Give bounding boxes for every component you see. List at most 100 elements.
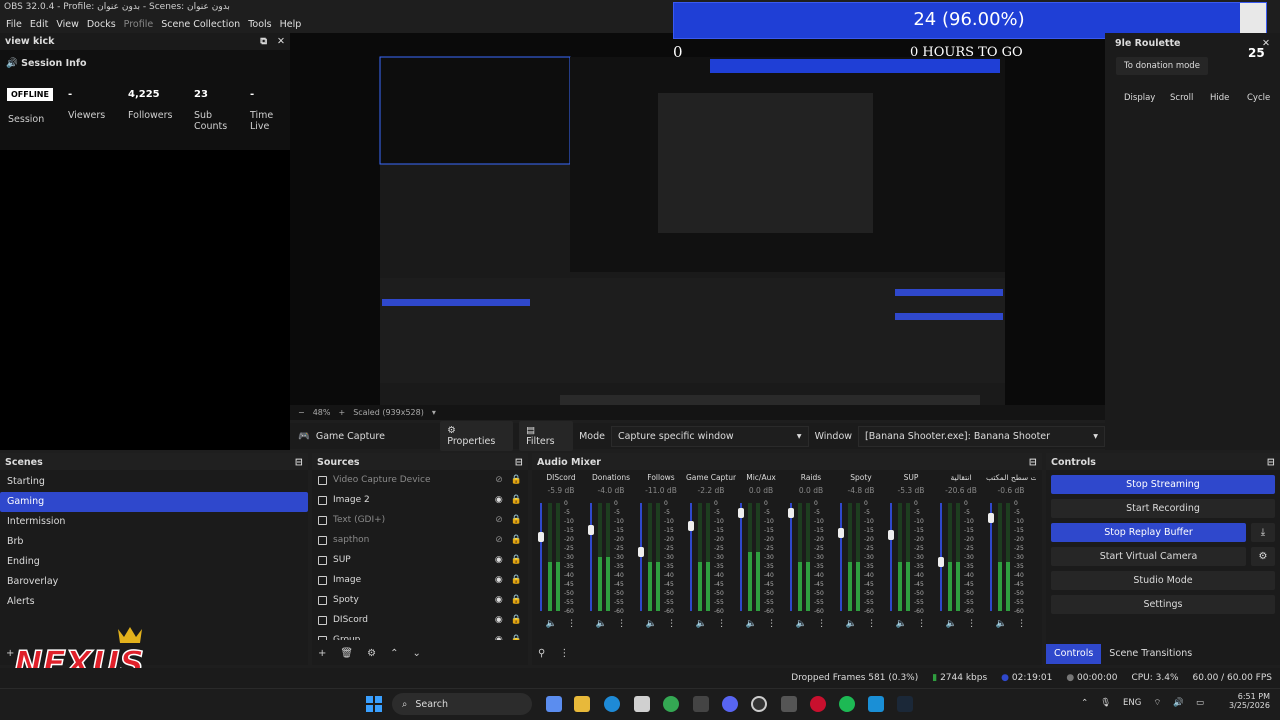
eye-hidden-icon[interactable]: ⊘ <box>495 535 503 545</box>
volume-slider[interactable] <box>638 503 644 611</box>
float-icon[interactable]: ⊟ <box>295 457 303 468</box>
start-recording-button[interactable]: Start Recording <box>1051 499 1275 518</box>
speaker-icon[interactable]: 🔈 <box>746 619 757 629</box>
menu-view[interactable]: View <box>56 19 79 30</box>
edge-icon[interactable] <box>604 696 620 712</box>
volume-handle[interactable] <box>588 524 594 535</box>
volume-handle[interactable] <box>888 530 894 541</box>
mode-select[interactable]: Capture specific window ▾ <box>610 425 809 447</box>
eye-hidden-icon[interactable]: ⊘ <box>495 475 503 485</box>
lock-icon[interactable]: 🔒 <box>511 575 522 585</box>
scene-item[interactable]: Ending <box>0 552 308 572</box>
menu-profile[interactable]: Profile <box>124 19 154 30</box>
eye-hidden-icon[interactable]: ⊘ <box>495 515 503 525</box>
float-icon[interactable]: ⧉ <box>260 36 267 47</box>
clock[interactable]: 6:51 PM 3/25/2026 <box>1210 692 1270 710</box>
opera-icon[interactable] <box>810 696 826 712</box>
volume-handle[interactable] <box>688 520 694 531</box>
tab-controls[interactable]: Controls <box>1046 644 1102 664</box>
lock-icon[interactable]: 🔒 <box>511 515 522 525</box>
taskbar-search[interactable]: ⌕ Search <box>392 693 532 715</box>
file-explorer-icon[interactable] <box>574 696 590 712</box>
source-item[interactable]: Video Capture Device ⊘ 🔒 <box>312 470 528 490</box>
volume-handle[interactable] <box>988 512 994 523</box>
volume-slider[interactable] <box>538 503 544 611</box>
more-icon[interactable]: ⋮ <box>967 619 976 629</box>
wifi-icon[interactable]: ⌔ <box>1153 698 1161 708</box>
filters-button[interactable]: ▤ Filters <box>519 421 574 451</box>
chevron-up-icon[interactable]: ⌃ <box>1081 698 1088 708</box>
speaker-icon[interactable]: 🔈 <box>546 619 557 629</box>
properties-button[interactable]: ⚙ Properties <box>440 421 514 451</box>
chevron-down-icon[interactable]: ▾ <box>432 408 436 417</box>
volume-slider[interactable] <box>938 503 944 611</box>
close-icon[interactable]: ✕ <box>277 36 285 47</box>
volume-handle[interactable] <box>788 507 794 518</box>
float-icon[interactable]: ⊟ <box>1267 457 1275 468</box>
copilot-icon[interactable] <box>546 696 562 712</box>
lock-icon[interactable]: 🔒 <box>511 475 522 485</box>
volume-slider[interactable] <box>838 503 844 611</box>
speaker-icon[interactable]: 🔈 <box>796 619 807 629</box>
steam-icon[interactable] <box>897 696 913 712</box>
add-icon[interactable]: + <box>318 648 326 659</box>
more-icon[interactable]: ⋮ <box>567 619 576 629</box>
display-button[interactable]: Display <box>1124 93 1155 103</box>
zoom-in-button[interactable]: + <box>338 408 345 417</box>
link-icon[interactable]: ⚲ <box>538 648 545 659</box>
speaker-icon[interactable]: 🔈 <box>946 619 957 629</box>
windows-start-icon[interactable] <box>366 696 382 712</box>
move-down-icon[interactable]: ⌄ <box>412 648 420 659</box>
volume-handle[interactable] <box>838 527 844 538</box>
move-up-icon[interactable]: ⌃ <box>390 648 398 659</box>
source-item[interactable]: DIScord ◉ 🔒 <box>312 610 528 630</box>
save-replay-icon[interactable]: ⤓ <box>1251 523 1275 542</box>
source-item[interactable]: SUP ◉ 🔒 <box>312 550 528 570</box>
app-icon[interactable] <box>781 696 797 712</box>
volume-handle[interactable] <box>738 507 744 518</box>
stop-replay-button[interactable]: Stop Replay Buffer <box>1051 523 1246 542</box>
speaker-icon[interactable]: 🔈 <box>596 619 607 629</box>
app-icon[interactable] <box>868 696 884 712</box>
float-icon[interactable]: ⊟ <box>515 457 523 468</box>
menu-edit[interactable]: Edit <box>30 19 48 30</box>
lock-icon[interactable]: 🔒 <box>511 635 522 640</box>
menu-tools[interactable]: Tools <box>248 19 271 30</box>
scene-item[interactable]: Starting <box>0 472 308 492</box>
more-icon[interactable]: ⋮ <box>617 619 626 629</box>
eye-icon[interactable]: ◉ <box>495 555 503 565</box>
source-item[interactable]: Image ◉ 🔒 <box>312 570 528 590</box>
window-select[interactable]: [Banana Shooter.exe]: Banana Shooter ▾ <box>858 425 1105 447</box>
speaker-icon[interactable]: 🔈 <box>846 619 857 629</box>
volume-slider[interactable] <box>788 503 794 611</box>
eye-icon[interactable]: ◉ <box>495 615 503 625</box>
language-indicator[interactable]: ENG <box>1123 698 1141 708</box>
eye-icon[interactable]: ◉ <box>495 575 503 585</box>
gear-icon[interactable]: ⚙ <box>1251 547 1275 566</box>
more-icon[interactable]: ⋮ <box>559 648 569 659</box>
volume-slider[interactable] <box>738 503 744 611</box>
speaker-icon[interactable]: 🔈 <box>896 619 907 629</box>
obs-icon[interactable] <box>751 696 767 712</box>
eye-icon[interactable]: ◉ <box>495 635 503 640</box>
source-item[interactable]: Image 2 ◉ 🔒 <box>312 490 528 510</box>
settings-button[interactable]: Settings <box>1051 595 1275 614</box>
scroll-button[interactable]: Scroll <box>1170 93 1193 103</box>
chrome-icon[interactable] <box>663 696 679 712</box>
more-icon[interactable]: ⋮ <box>917 619 926 629</box>
float-icon[interactable]: ⊟ <box>1029 457 1037 468</box>
scene-item[interactable]: Baroverlay <box>0 572 308 592</box>
volume-handle[interactable] <box>938 556 944 567</box>
lock-icon[interactable]: 🔒 <box>511 595 522 605</box>
source-item[interactable]: Spoty ◉ 🔒 <box>312 590 528 610</box>
studio-mode-button[interactable]: Studio Mode <box>1051 571 1275 590</box>
spotify-icon[interactable] <box>839 696 855 712</box>
volume-slider[interactable] <box>588 503 594 611</box>
speaker-icon[interactable]: 🔈 <box>696 619 707 629</box>
lock-icon[interactable]: 🔒 <box>511 495 522 505</box>
source-item[interactable]: Group ◉ 🔒 <box>312 630 528 640</box>
microphone-icon[interactable]: 🎙 <box>1100 698 1111 708</box>
scene-item[interactable]: Gaming <box>0 492 308 512</box>
speaker-icon[interactable]: 🔈 <box>996 619 1007 629</box>
stop-streaming-button[interactable]: Stop Streaming <box>1051 475 1275 494</box>
